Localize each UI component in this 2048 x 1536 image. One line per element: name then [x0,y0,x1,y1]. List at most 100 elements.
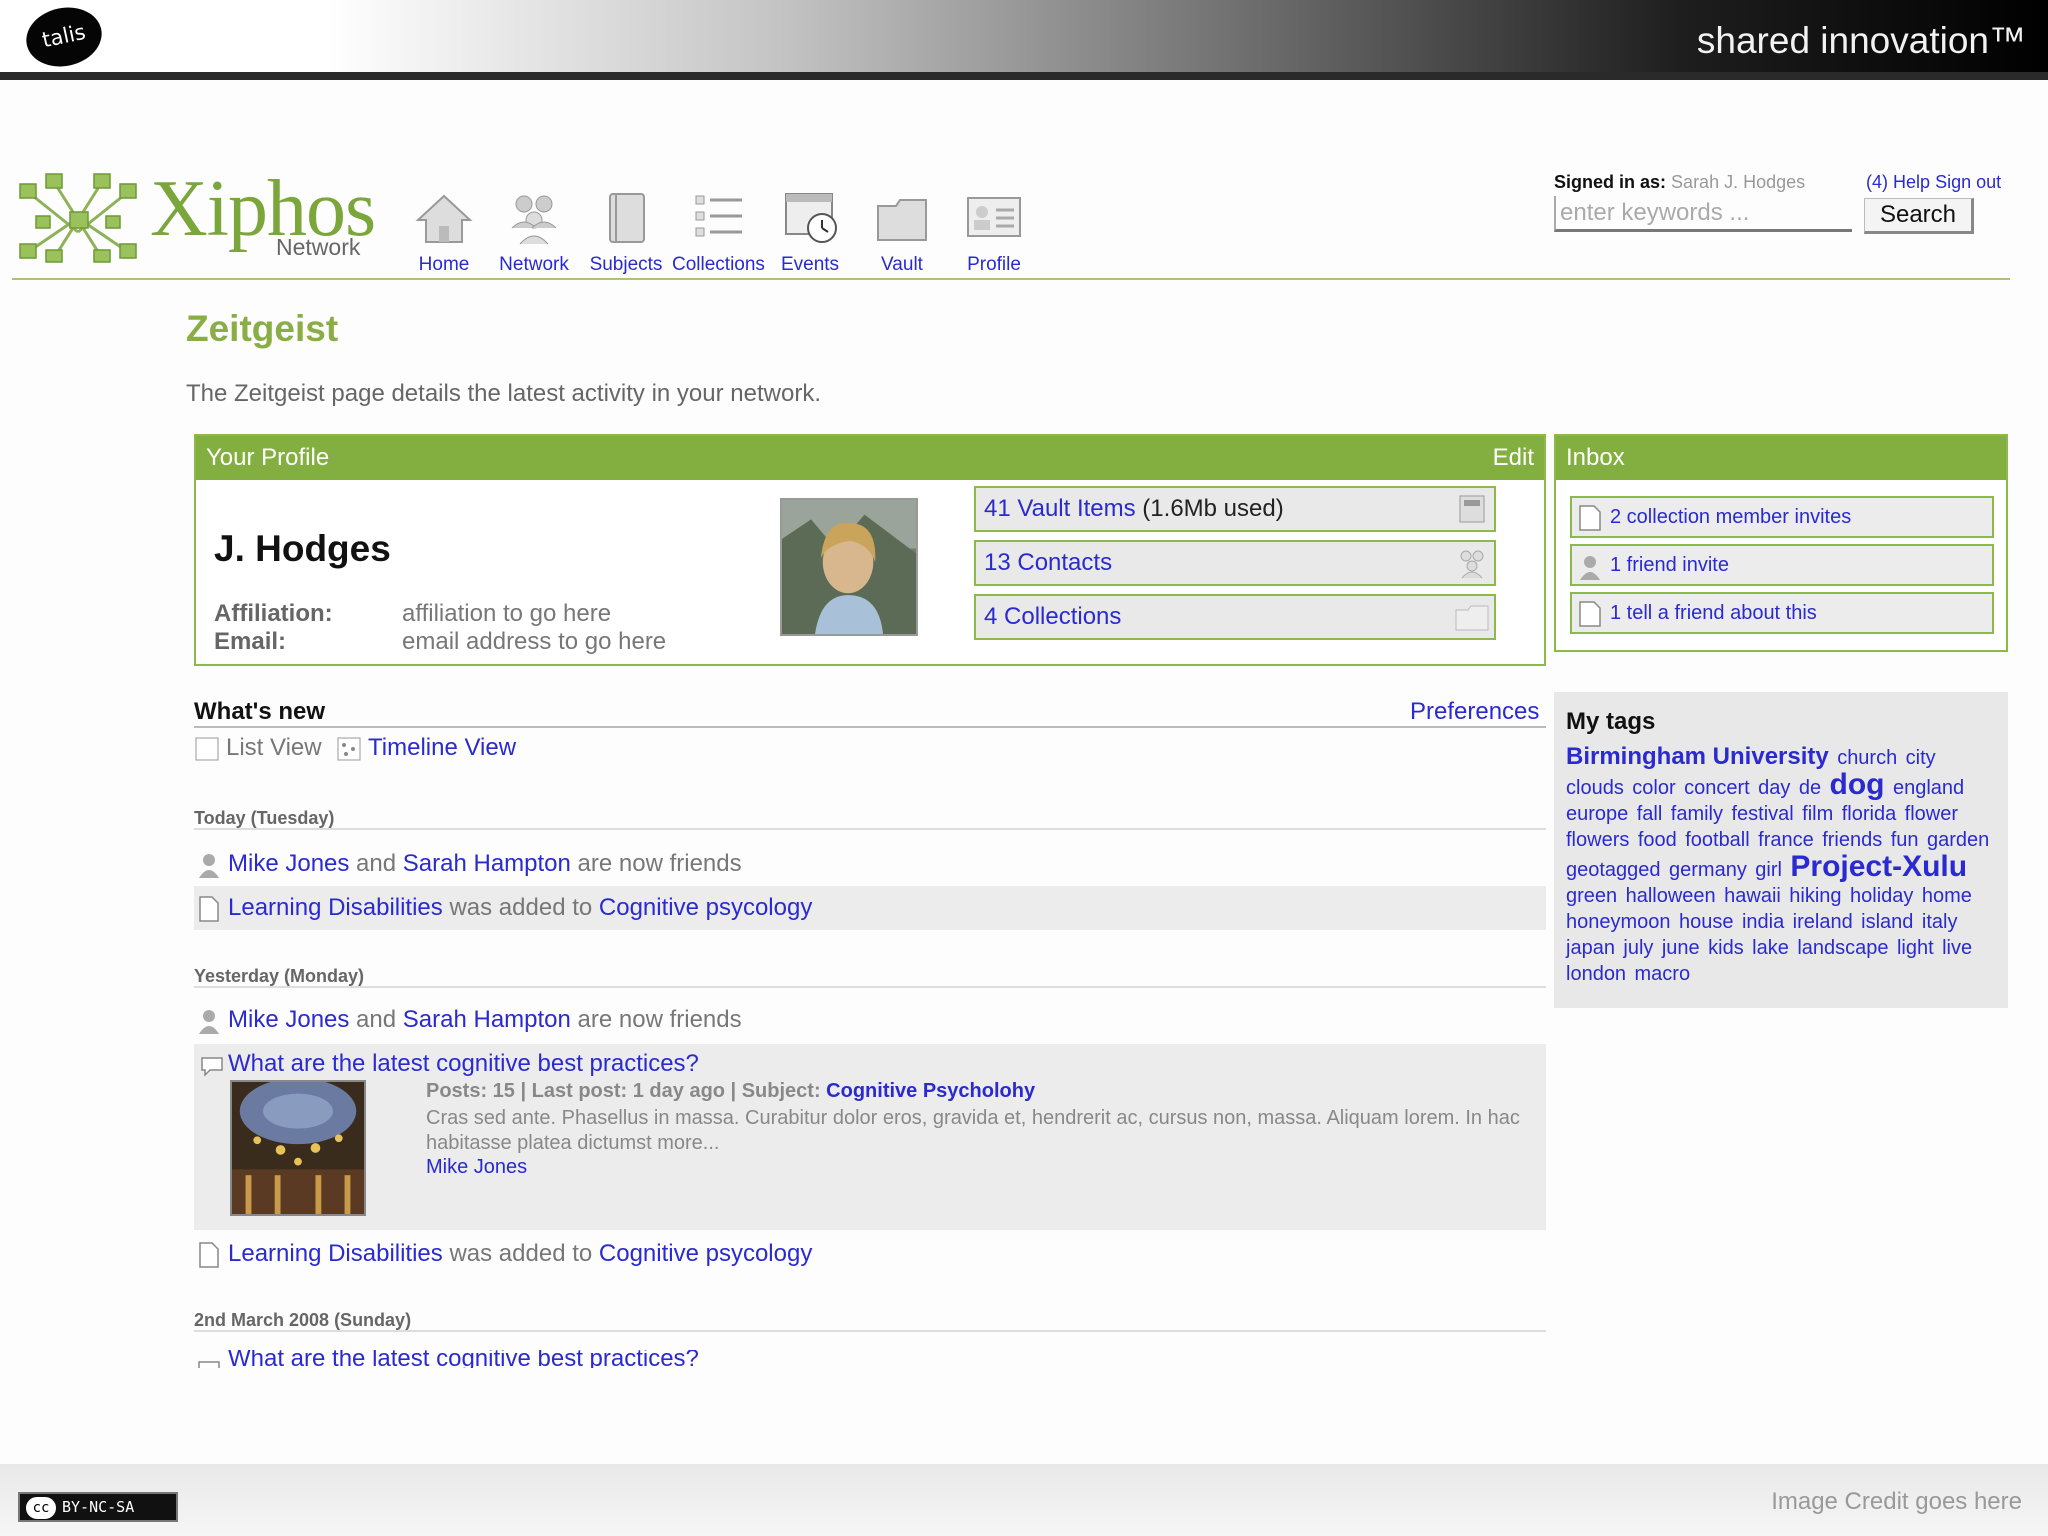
timeline-view-toggle[interactable]: Timeline View [336,734,516,762]
tag-link[interactable]: church [1837,747,1897,769]
inbox-item-friend-invite[interactable]: 1 friend invite [1570,544,1994,586]
tag-link[interactable]: flower [1905,803,1958,825]
tag-link[interactable]: home [1922,885,1972,907]
list-view-toggle[interactable]: List View [194,734,322,762]
contacts-icon [1460,550,1484,579]
collections-link[interactable]: 4 Collections [984,603,1121,630]
nav-home[interactable]: Home [398,190,490,276]
nav-events[interactable]: Events [764,190,856,276]
discussion-author-link[interactable]: Mike Jones [426,1156,527,1179]
tag-link[interactable]: fun [1891,829,1919,851]
xiphos-logo[interactable]: Xiphos Network [14,165,376,264]
item-link[interactable]: Learning Disabilities [228,894,443,921]
tag-link[interactable]: city [1906,747,1936,769]
tag-link[interactable]: macro [1635,963,1691,985]
tag-link[interactable]: festival [1731,803,1793,825]
discussion-title-link[interactable]: What are the latest cognitive best pract… [228,1350,699,1368]
nav-network[interactable]: Network [488,190,580,276]
tag-link[interactable]: landscape [1797,937,1888,959]
tag-link[interactable]: lake [1752,937,1789,959]
tag-link[interactable]: june [1662,937,1700,959]
nav-vault[interactable]: Vault [856,190,948,276]
tag-link[interactable]: island [1861,911,1913,933]
contacts-link[interactable]: 13 Contacts [984,549,1112,576]
help-link[interactable]: Help [1893,172,1930,192]
tag-link[interactable]: ireland [1793,911,1853,933]
edit-profile-link[interactable]: Edit [1493,436,1534,480]
tag-link[interactable]: green [1566,885,1617,907]
tag-link[interactable]: geotagged [1566,859,1661,881]
speech-bubble-icon [198,1361,220,1368]
user-link[interactable]: Mike Jones [228,850,349,877]
tag-link[interactable]: holiday [1850,885,1913,907]
tag-link[interactable]: france [1758,829,1814,851]
tag-link[interactable]: Project-Xulu [1790,850,1967,883]
item-link[interactable]: Learning Disabilities [228,1240,443,1267]
user-link[interactable]: Mike Jones [228,1006,349,1033]
tag-link[interactable]: england [1893,777,1964,799]
discussion-thumbnail[interactable] [230,1080,366,1216]
tag-link[interactable]: family [1671,803,1723,825]
discussion-meta-text: Posts: 15 | Last post: 1 day ago | Subje… [426,1080,827,1102]
vault-items-stat[interactable]: 41 Vault Items (1.6Mb used) [974,486,1496,532]
affiliation-value: affiliation to go here [402,600,612,627]
tag-link[interactable]: day [1758,777,1790,799]
tag-link[interactable]: girl [1755,859,1782,881]
tag-link[interactable]: kids [1708,937,1744,959]
tag-link[interactable]: live [1942,937,1972,959]
tag-link[interactable]: Birmingham University [1566,743,1829,770]
tag-link[interactable]: color [1632,777,1675,799]
inbox-item-collection-invites[interactable]: 2 collection member invites [1570,496,1994,538]
contacts-stat[interactable]: 13 Contacts [974,540,1496,586]
inbox-item-label[interactable]: 1 tell a friend about this [1610,602,1817,624]
talis-logo-text: talis [39,19,88,53]
tag-link[interactable]: hiking [1789,885,1841,907]
tag-link[interactable]: friends [1822,829,1882,851]
tag-link[interactable]: halloween [1626,885,1716,907]
tag-link[interactable]: europe [1566,803,1628,825]
inbox-item-label[interactable]: 2 collection member invites [1610,506,1851,528]
search-input[interactable] [1554,196,1852,232]
profile-name: J. Hodges [214,528,391,569]
tag-link[interactable]: florida [1842,803,1896,825]
collection-link[interactable]: Cognitive psycology [599,894,812,921]
nav-collections[interactable]: Collections [672,190,765,276]
image-credit: Image Credit goes here [1771,1488,2022,1515]
subject-link[interactable]: Cognitive Psycholohy [826,1080,1035,1102]
preferences-link[interactable]: Preferences [1410,698,1539,726]
tag-link[interactable]: de [1799,777,1821,799]
search-button[interactable]: Search [1864,198,1974,234]
vault-items-link[interactable]: 41 Vault Items [984,495,1136,522]
tag-link[interactable]: light [1897,937,1934,959]
tag-link[interactable]: flowers [1566,829,1629,851]
nav-subjects[interactable]: Subjects [580,190,672,276]
tag-link[interactable]: germany [1669,859,1747,881]
tag-link[interactable]: football [1685,829,1750,851]
sign-out-link[interactable]: Sign out [1935,172,2001,192]
tag-link[interactable]: clouds [1566,777,1624,799]
tag-link[interactable]: concert [1684,777,1750,799]
inbox-count-link[interactable]: (4) [1866,172,1888,192]
tag-link[interactable]: food [1638,829,1677,851]
tag-link[interactable]: film [1802,803,1833,825]
inbox-item-label[interactable]: 1 friend invite [1610,554,1729,576]
tag-link[interactable]: dog [1830,768,1885,801]
discussion-title-link[interactable]: What are the latest cognitive best pract… [228,1050,699,1078]
user-link[interactable]: Sarah Hampton [403,850,571,877]
tag-link[interactable]: london [1566,963,1626,985]
nav-profile[interactable]: Profile [948,190,1040,276]
collections-stat[interactable]: 4 Collections [974,594,1496,640]
tag-link[interactable]: house [1679,911,1734,933]
tag-link[interactable]: garden [1927,829,1989,851]
signed-in-label: Signed in as: [1554,172,1667,192]
tag-link[interactable]: july [1623,937,1653,959]
tag-link[interactable]: italy [1922,911,1958,933]
tag-link[interactable]: japan [1566,937,1615,959]
inbox-item-tell-friend[interactable]: 1 tell a friend about this [1570,592,1994,634]
tag-link[interactable]: honeymoon [1566,911,1671,933]
collection-link[interactable]: Cognitive psycology [599,1240,812,1267]
tag-link[interactable]: fall [1637,803,1663,825]
tag-link[interactable]: hawaii [1724,885,1781,907]
tag-link[interactable]: india [1742,911,1784,933]
user-link[interactable]: Sarah Hampton [403,1006,571,1033]
